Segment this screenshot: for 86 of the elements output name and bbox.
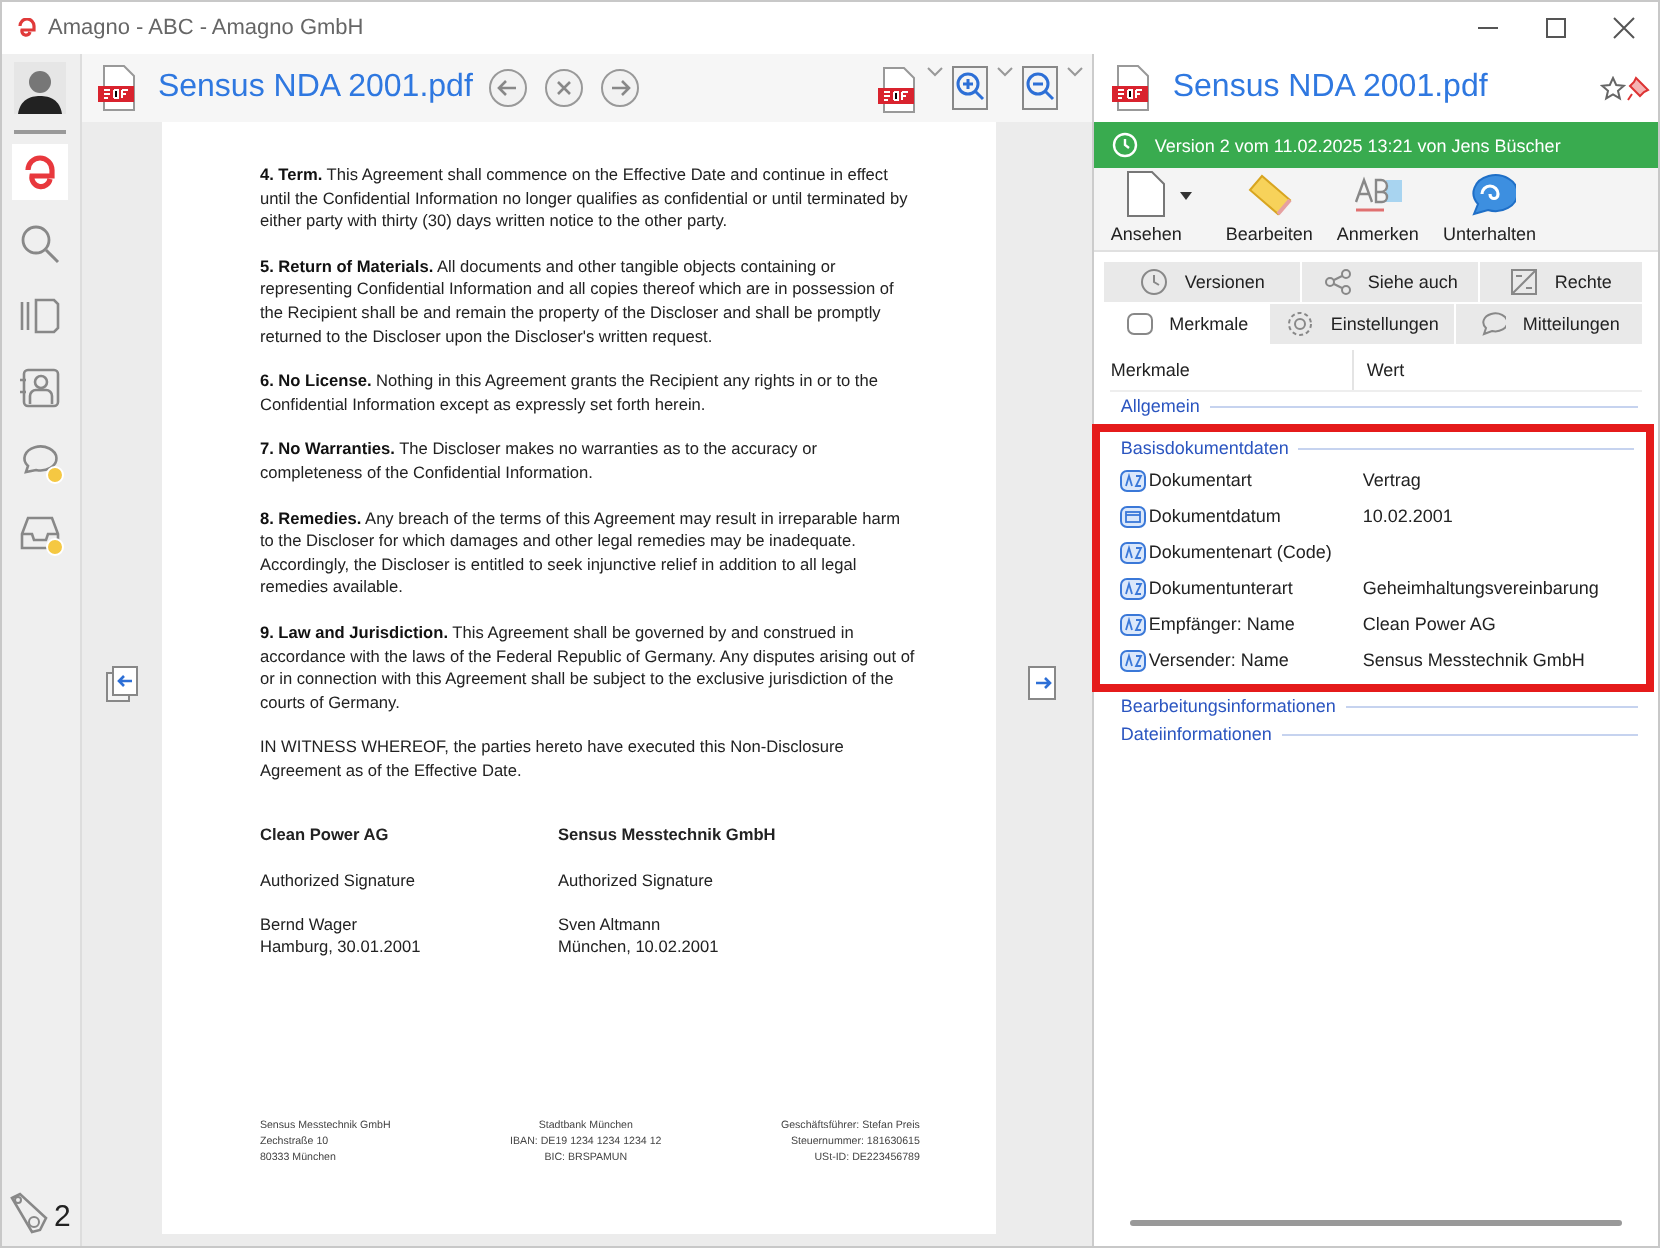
group-heading[interactable]: Basisdokumentdaten xyxy=(1120,438,1289,458)
property-label: Dokumentunterart xyxy=(1148,578,1295,598)
property-label: Dokumentdatum xyxy=(1148,506,1283,526)
text-field-icon xyxy=(1120,469,1147,491)
avatar[interactable] xyxy=(14,62,67,114)
text-field-icon xyxy=(1120,613,1147,635)
property-label: Dokumentenart (Code) xyxy=(1148,542,1334,562)
company-name: Clean Power AG xyxy=(259,824,391,849)
tab[interactable]: Rechte xyxy=(1480,262,1642,302)
group-heading[interactable]: Bearbeitungsinformationen xyxy=(1120,696,1336,716)
toolbar-button[interactable]: Anmerken xyxy=(1328,170,1427,244)
share-icon xyxy=(1323,268,1352,296)
paragraph: 8. Remedies. Any breach of the terms of this Agreement may result in irreparable harm to the Discloser for which damages and other legal remedies may be inadequate. Accordingly, the Discloser is entitled to seek injunctive relief in addition to all legal remedies available. xyxy=(259,507,902,600)
column-header[interactable]: Merkmale xyxy=(1110,350,1355,390)
property-value: Vertrag xyxy=(1362,470,1421,490)
paragraph: 6. No License. Nothing in this Agreement grants the Recipient any rights in or to the Confidential Information except as expressly set forth herein. xyxy=(259,370,880,417)
tab[interactable]: Einstellungen xyxy=(1270,304,1455,344)
pencil-icon xyxy=(1245,172,1294,216)
property-label: Empfänger: Name xyxy=(1148,614,1297,634)
tab[interactable]: Siehe auch xyxy=(1302,262,1479,302)
property-value: Geheimhaltungsvereinbarung xyxy=(1362,578,1599,598)
group-heading[interactable]: Dateiinformationen xyxy=(1120,724,1272,744)
signer-name: Sven Altmann xyxy=(557,913,663,937)
permissions-icon xyxy=(1510,268,1539,296)
tag-count: 2 xyxy=(54,1200,71,1234)
toolbar-button[interactable]: Bearbeiten xyxy=(1217,170,1321,244)
caret-icon[interactable] xyxy=(1066,66,1085,78)
tab[interactable]: Mitteilungen xyxy=(1456,304,1642,344)
paragraph: 4. Term. This Agreement shall commence on the Effective Date and continue in effect until the Confidential Information no longer qualifies as confidential or until terminated by either party with thirty (30) days written notice to the other party. xyxy=(259,164,910,234)
column-header[interactable]: Wert xyxy=(1354,360,1405,380)
signature-label: Authorized Signature xyxy=(557,870,715,894)
property-value: 10.02.2001 xyxy=(1362,506,1453,526)
dropdown-caret-icon[interactable] xyxy=(1180,192,1193,200)
paragraph: IN WITNESS WHEREOF, the parties hereto have executed this Non-Disclosure Agreement as of the Effective Date. xyxy=(259,736,846,783)
caret-icon[interactable] xyxy=(926,66,945,78)
text-field-icon xyxy=(1120,649,1147,671)
paragraph: 7. No Warranties. The Discloser makes no warranties as to the accuracy or completeness of the Confidential Information. xyxy=(259,438,819,486)
property-label: Versender: Name xyxy=(1148,650,1291,670)
zoom-out-icon[interactable] xyxy=(1022,66,1059,110)
signature-label: Authorized Signature xyxy=(259,870,417,894)
scrollbar[interactable] xyxy=(1130,1220,1622,1226)
clock-icon xyxy=(1112,132,1139,158)
pin-icon[interactable] xyxy=(1626,75,1650,101)
property-label: Dokumentart xyxy=(1148,470,1254,490)
place-date: Hamburg, 30.01.2001 xyxy=(259,936,423,960)
speech-bubble-icon xyxy=(1478,310,1507,338)
notification-dot xyxy=(46,466,65,484)
app-logo-icon xyxy=(18,18,36,38)
close-icon[interactable] xyxy=(544,68,585,108)
signer-name: Bernd Wager xyxy=(259,913,360,937)
caret-icon[interactable] xyxy=(996,66,1015,78)
tag-outline-icon xyxy=(1125,310,1154,338)
tab[interactable]: Versionen xyxy=(1104,262,1301,302)
star-icon[interactable] xyxy=(1600,75,1626,101)
contact-card-icon xyxy=(18,366,63,410)
spellcheck-icon xyxy=(1351,172,1404,216)
text-field-icon xyxy=(1120,577,1147,599)
next-document-icon[interactable] xyxy=(1027,666,1060,702)
company-name: Sensus Messtechnik GmbH xyxy=(557,824,778,849)
window-title: Amagno - ABC - Amagno GmbH xyxy=(48,16,366,40)
property-value: Clean Power AG xyxy=(1362,614,1496,634)
pdf-file-icon xyxy=(1112,64,1153,112)
gear-icon xyxy=(1286,310,1315,338)
previous-document-icon[interactable] xyxy=(105,666,138,702)
pdf-file-icon xyxy=(97,64,138,112)
search-icon xyxy=(18,222,63,266)
cards-icon xyxy=(18,294,63,338)
place-date: München, 10.02.2001 xyxy=(557,936,721,960)
document-title: Sensus NDA 2001.pdf xyxy=(1172,70,1490,106)
toolbar-button[interactable]: Ansehen xyxy=(1102,170,1190,244)
back-icon[interactable] xyxy=(488,68,529,108)
paragraph: 5. Return of Materials. All documents and other tangible objects containing or representing Confidential Information and all copies thereof which are in possession of the Recipient shall be and remain the property of the Discloser and shall be promptly returned to the Discloser upon the Discloser's written request. xyxy=(259,255,896,349)
document-title: Sensus NDA 2001.pdf xyxy=(157,70,473,106)
zoom-in-icon[interactable] xyxy=(952,66,989,110)
forward-icon[interactable] xyxy=(600,68,641,108)
group-heading[interactable]: Allgemein xyxy=(1120,396,1200,416)
text-field-icon xyxy=(1120,541,1147,563)
clock-icon xyxy=(1140,268,1169,296)
paragraph: 9. Law and Jurisdiction. This Agreement shall be governed by and construed in accordance with the laws of the Federal Republic of Germany. Any disputes arising out of or in connection with this Agreement shall be subject to the exclusive jurisdiction of the courts of Germany. xyxy=(259,621,916,715)
calendar-field-icon xyxy=(1120,505,1147,527)
tag-icon[interactable] xyxy=(6,1190,50,1234)
toolbar-button[interactable]: Unterhalten xyxy=(1434,170,1544,244)
sidebar-item[interactable] xyxy=(12,144,69,200)
pdf-export-icon xyxy=(878,66,919,114)
notification-dot xyxy=(46,538,65,556)
property-value: Sensus Messtechnik GmbH xyxy=(1362,650,1585,670)
